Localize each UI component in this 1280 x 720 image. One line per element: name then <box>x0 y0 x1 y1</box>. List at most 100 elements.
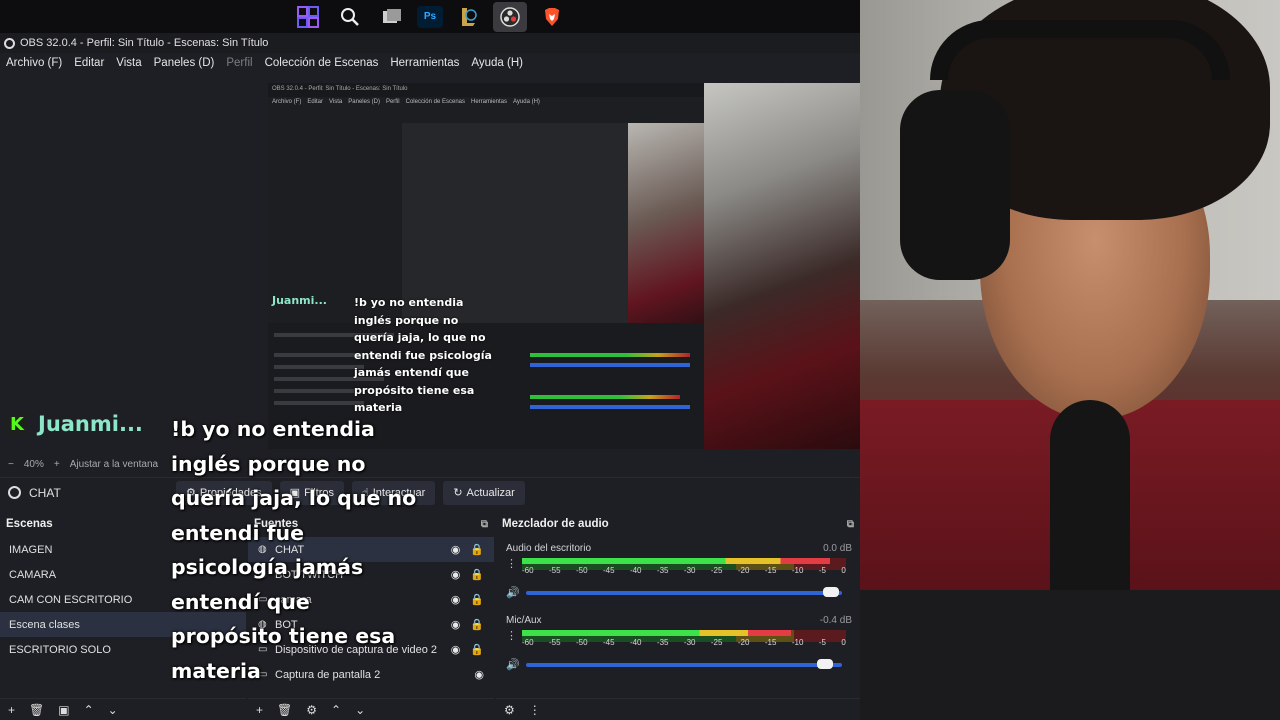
lock-icon[interactable]: 🔒 <box>470 568 484 581</box>
volume-meter: -60 -55 -50 -45 -40 -35 -30 -25 -20 -15 -10 -5 0 <box>522 629 846 647</box>
fader-knob[interactable] <box>816 658 833 669</box>
zoom-value: 40% <box>23 458 44 470</box>
channel-name: Mic/Aux <box>506 615 542 626</box>
scene-filters-icon[interactable]: ▣ <box>58 703 69 717</box>
microphone-icon <box>1050 400 1130 600</box>
add-scene-icon[interactable]: + <box>8 703 15 717</box>
menu-ayuda[interactable]: Ayuda (H) <box>471 57 523 69</box>
undock-icon[interactable]: ⧉ <box>481 519 488 530</box>
move-down-icon[interactable]: ⌄ <box>355 703 365 717</box>
menu-coleccion[interactable]: Colección de Escenas <box>265 57 379 69</box>
speaker-icon[interactable]: 🔊 <box>506 658 520 671</box>
move-up-icon[interactable]: ⌃ <box>84 703 94 717</box>
meter-tick-label: -45 <box>602 565 615 575</box>
search-icon[interactable] <box>333 2 367 32</box>
meter-row: ⋮ -60 -55 -50 -45 -40 -35 -30 -25 -20 -15 -10 -5 0 <box>506 557 852 575</box>
visibility-eye-icon[interactable]: ◉ <box>451 568 461 581</box>
audio-channel: Mic/Aux -0.4 dB ⋮ -60 -55 -50 -45 -40 -35 -30-… <box>496 609 860 675</box>
meter-tick-label: -5 <box>818 565 826 575</box>
webcam-feed-preview <box>704 83 860 449</box>
mixer-title: Mezclador de audio <box>502 518 609 530</box>
mixer-menu-icon[interactable]: ⋮ <box>529 703 541 717</box>
webcam-desk <box>860 590 1280 720</box>
meter-tick-label: -55 <box>548 565 561 575</box>
titlebar: OBS 32.0.4 - Perfil: Sin Título - Escena… <box>0 33 860 53</box>
visibility-eye-icon[interactable]: ◉ <box>451 618 461 631</box>
volume-fader[interactable] <box>526 586 842 597</box>
preview-canvas[interactable]: OBS 32.0.4 - Perfil: Sin Título - Escena… <box>268 83 860 449</box>
mixer-footer: ⚙ ⋮ <box>496 698 860 720</box>
kick-badge-icon: K <box>6 413 28 435</box>
selected-source-name: CHAT <box>29 485 61 500</box>
menu-editar[interactable]: Editar <box>74 57 104 69</box>
channel-name: Audio del escritorio <box>506 543 592 554</box>
menu-archivo[interactable]: Archivo (F) <box>6 57 62 69</box>
nested-menu-item: Ayuda (H) <box>513 99 540 105</box>
move-down-icon[interactable]: ⌄ <box>108 703 118 717</box>
visibility-eye-icon[interactable]: ◉ <box>451 543 461 556</box>
meter-tick-label: -40 <box>629 565 642 575</box>
windows-icon[interactable] <box>291 2 325 32</box>
speaker-icon[interactable]: 🔊 <box>506 586 520 599</box>
refresh-button[interactable]: ↻ Actualizar <box>443 480 525 505</box>
webcam-feed <box>860 0 1280 720</box>
menu-paneles[interactable]: Paneles (D) <box>154 57 215 69</box>
menu-vista[interactable]: Vista <box>116 57 141 69</box>
fader-row: 🔊 <box>506 586 852 599</box>
obs-window: OBS 32.0.4 - Perfil: Sin Título - Escena… <box>0 33 860 720</box>
more-options-icon[interactable]: ⋮ <box>506 629 517 642</box>
league-icon[interactable] <box>451 2 485 32</box>
visibility-eye-icon[interactable]: ◉ <box>451 643 461 656</box>
menu-herramientas[interactable]: Herramientas <box>390 57 459 69</box>
meter-tick-label: -60 <box>522 565 534 575</box>
chat-overlay: K Juanmi... !b yo no entendia inglés por… <box>6 412 426 683</box>
meter-tick-label: -5 <box>818 637 826 647</box>
obs-taskbar-icon[interactable] <box>493 1 527 32</box>
channel-head: Mic/Aux -0.4 dB <box>506 615 852 626</box>
meter-tick-label: -15 <box>764 637 777 647</box>
remove-source-icon[interactable]: 🗑 <box>277 703 292 717</box>
meter-tick-label: -35 <box>656 637 669 647</box>
add-source-icon[interactable]: + <box>256 703 263 717</box>
move-up-icon[interactable]: ⌃ <box>331 703 341 717</box>
source-toolbar: CHAT ⚙ Propiedades ▣ Filtros ☝ Interactuar … <box>0 477 860 507</box>
meter-tick-label: -30 <box>683 565 696 575</box>
source-controls: ◉ <box>474 668 484 681</box>
lock-icon[interactable]: 🔒 <box>470 543 484 556</box>
fit-window-button[interactable]: Ajustar a la ventana <box>70 459 158 470</box>
nested-menu-item: Vista <box>329 99 343 105</box>
window-title: OBS 32.0.4 - Perfil: Sin Título - Escena… <box>20 37 269 49</box>
advanced-audio-icon[interactable]: ⚙ <box>504 703 515 717</box>
fader-knob[interactable] <box>822 586 839 597</box>
remove-scene-icon[interactable]: 🗑 <box>29 703 44 717</box>
lock-icon[interactable]: 🔒 <box>470 643 484 656</box>
meter-tick-label: 0 <box>841 565 846 575</box>
nested-menu-item: Colección de Escenas <box>405 99 465 105</box>
nested-title: OBS 32.0.4 - Perfil: Sin Título - Escena… <box>268 83 704 97</box>
undock-icon[interactable]: ⧉ <box>847 519 854 530</box>
source-settings-icon[interactable]: ⚙ <box>306 703 317 717</box>
zoom-in-button[interactable]: + <box>54 459 60 470</box>
more-options-icon[interactable]: ⋮ <box>506 557 517 570</box>
visibility-eye-icon[interactable]: ◉ <box>474 668 484 681</box>
lock-icon[interactable]: 🔒 <box>470 593 484 606</box>
task-view-icon[interactable] <box>375 2 409 32</box>
visibility-eye-icon[interactable]: ◉ <box>451 593 461 606</box>
photoshop-icon[interactable]: Ps <box>417 5 443 28</box>
source-controls: ◉ 🔒 <box>451 618 484 631</box>
sources-footer: + 🗑 ⚙ ⌃ ⌄ <box>248 698 494 720</box>
nested-webcam-feed <box>628 123 704 323</box>
zoom-out-button[interactable]: − <box>8 459 14 470</box>
refresh-label: Actualizar <box>466 486 515 499</box>
nested-menu-item: Herramientas <box>471 99 508 105</box>
lock-icon[interactable]: 🔒 <box>470 618 484 631</box>
scenes-title: Escenas <box>6 518 53 530</box>
scenes-footer: + 🗑 ▣ ⌃ ⌄ <box>0 698 246 720</box>
brave-icon[interactable] <box>535 2 569 32</box>
taskbar: Ps <box>0 0 860 33</box>
source-controls: ◉ 🔒 <box>451 543 484 556</box>
menu-perfil[interactable]: Perfil <box>226 57 252 69</box>
volume-fader[interactable] <box>526 658 842 669</box>
meter-tick-label: -25 <box>710 637 723 647</box>
meter-tick-label: -10 <box>791 565 804 575</box>
